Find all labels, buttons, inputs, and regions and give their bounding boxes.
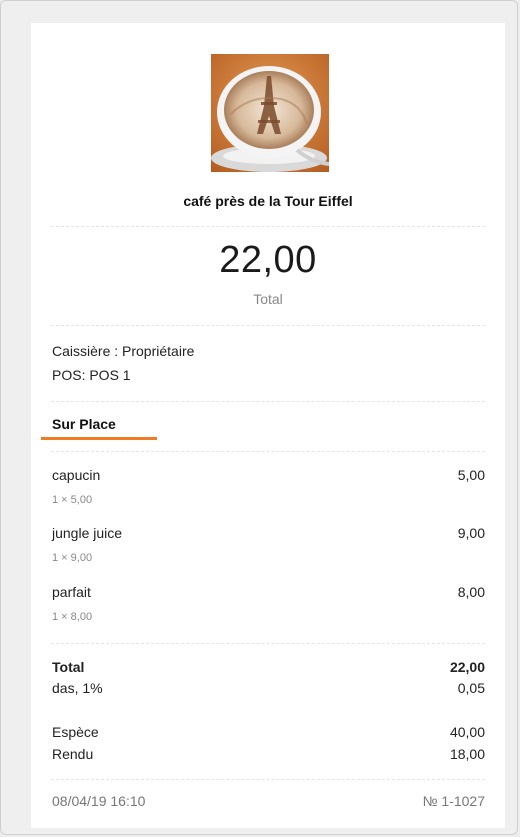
total-row: Total 22,00 [52, 659, 485, 675]
divider [51, 643, 485, 644]
divider [51, 226, 485, 227]
tax-row: das, 1% 0,05 [52, 680, 485, 696]
latte-art-eiffel-tower-image [211, 54, 329, 172]
store-name: café près de la Tour Eiffel [183, 193, 353, 209]
line-item: parfait 8,00 [52, 584, 485, 600]
item-detail: 1 × 9,00 [52, 552, 93, 564]
divider [51, 401, 485, 402]
screen-frame: café près de la Tour Eiffel 22,00 Total … [0, 0, 518, 835]
item-amount: 9,00 [457, 525, 485, 541]
order-type-tab: Sur Place [52, 416, 116, 432]
tax-label: das, 1% [52, 680, 103, 696]
line-item: jungle juice 9,00 [52, 525, 485, 541]
receipt: café près de la Tour Eiffel 22,00 Total … [31, 23, 505, 828]
line-item: capucin 5,00 [52, 467, 485, 483]
item-detail: 1 × 8,00 [52, 611, 93, 623]
pos-line: POS: POS 1 [52, 367, 131, 383]
item-amount: 5,00 [457, 467, 485, 483]
total-label: Total [52, 659, 85, 675]
item-name: jungle juice [52, 525, 123, 541]
divider [51, 779, 485, 780]
change-value: 18,00 [449, 746, 485, 762]
item-name: parfait [52, 584, 91, 600]
change-label: Rendu [52, 746, 94, 762]
cash-row: Espèce 40,00 [52, 724, 485, 740]
total-amount: 22,00 [219, 239, 317, 281]
tax-value: 0,05 [457, 680, 485, 696]
item-name: capucin [52, 467, 101, 483]
receipt-datetime: 08/04/19 16:10 [52, 793, 146, 809]
cashier-line: Caissière : Propriétaire [52, 343, 195, 359]
receipt-footer: 08/04/19 16:10 № 1-1027 [52, 793, 485, 809]
change-row: Rendu 18,00 [52, 746, 485, 762]
receipt-number: № 1-1027 [422, 793, 485, 809]
order-type-underline [41, 437, 157, 440]
divider [51, 325, 485, 326]
total-caption: Total [253, 291, 283, 307]
total-value: 22,00 [449, 659, 485, 675]
item-amount: 8,00 [457, 584, 485, 600]
cash-value: 40,00 [449, 724, 485, 740]
cash-label: Espèce [52, 724, 99, 740]
item-detail: 1 × 5,00 [52, 494, 93, 506]
divider [51, 451, 485, 452]
